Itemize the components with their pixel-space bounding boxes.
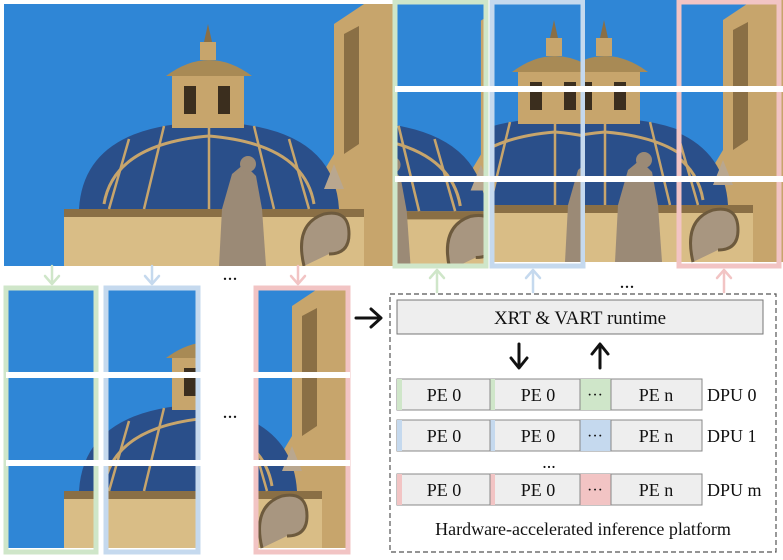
pe-label: PE n (639, 426, 674, 446)
pe-label: PE 0 (427, 480, 462, 500)
pe-dots: ··· (587, 428, 603, 445)
pe-label: PE 0 (521, 480, 556, 500)
ellipsis-bottom-tiles: ... (223, 401, 238, 423)
ellipsis-top-right: ... (620, 271, 635, 293)
dpu-row-m: PE 0 PE 0 ··· PE n DPU m (396, 473, 762, 506)
arrow-down-icon (43, 264, 61, 286)
pe-label: PE n (639, 385, 674, 405)
arrow-up-icon (715, 268, 733, 294)
platform-label: Hardware-accelerated inference platform (435, 519, 731, 539)
arrow-up-icon (524, 268, 542, 294)
arrow-down-icon (289, 264, 307, 286)
dpu-name: DPU 1 (707, 426, 757, 446)
arrow-down-icon (143, 264, 161, 286)
pe-label: PE 0 (521, 385, 556, 405)
diagram-canvas: ... ... ... XRT & VART runtime PE 0 PE 0… (3, 0, 783, 555)
pe-label: PE 0 (521, 426, 556, 446)
pe-label: PE 0 (427, 385, 462, 405)
pe-dots: ··· (587, 387, 603, 404)
arrow-down-icon (509, 342, 529, 370)
dpu-row-0: PE 0 PE 0 ··· PE n DPU 0 (396, 378, 757, 411)
arrow-right-icon (354, 307, 383, 329)
dpu-name: DPU 0 (707, 385, 757, 405)
pe-label: PE n (639, 480, 674, 500)
input-image (4, 4, 394, 266)
dpu-name: DPU m (707, 480, 762, 500)
runtime-label: XRT & VART runtime (494, 308, 666, 329)
pe-label: PE 0 (427, 426, 462, 446)
ellipsis-dpu: ... (542, 452, 556, 472)
dpu-row-1: PE 0 PE 0 ··· PE n DPU 1 (396, 419, 757, 452)
ellipsis-top-left: ... (223, 263, 238, 285)
arrow-up-icon (428, 268, 446, 294)
inference-platform: XRT & VART runtime PE 0 PE 0 ··· PE n DP… (389, 293, 777, 553)
arrow-up-icon (590, 342, 610, 370)
pe-dots: ··· (587, 482, 603, 499)
